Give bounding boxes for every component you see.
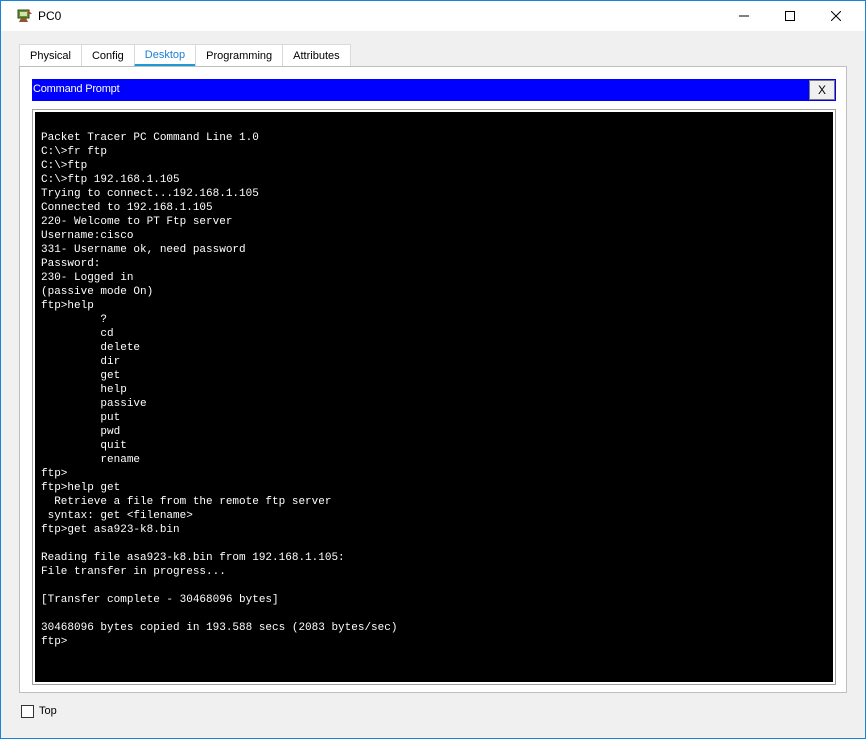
tab-config[interactable]: Config	[80, 44, 134, 67]
tab-attributes[interactable]: Attributes	[282, 44, 351, 67]
terminal-output: Packet Tracer PC Command Line 1.0 C:\>fr …	[41, 131, 397, 649]
top-checkbox[interactable]	[21, 705, 34, 718]
close-button[interactable]	[813, 1, 859, 31]
title-bar[interactable]: PC0	[1, 1, 865, 31]
terminal-line: get	[41, 370, 121, 382]
tab-programming[interactable]: Programming	[195, 44, 283, 67]
device-tabs: Physical Config Desktop Programming Attr…	[19, 44, 351, 67]
pc-app-icon	[17, 9, 32, 22]
terminal-line: rename	[41, 454, 141, 466]
tab-physical[interactable]: Physical	[19, 44, 81, 67]
close-icon	[831, 11, 841, 21]
maximize-button[interactable]	[767, 1, 813, 31]
terminal-line: (passive mode On)	[41, 286, 154, 298]
terminal-line: C:\>ftp	[41, 160, 88, 172]
terminal-line: quit	[41, 440, 127, 452]
terminal-line: Connected to 192.168.1.105	[41, 202, 213, 214]
terminal-line: File transfer in progress...	[41, 566, 226, 578]
terminal-line: [Transfer complete - 30468096 bytes]	[41, 594, 279, 606]
terminal-line: C:\>fr ftp	[41, 146, 108, 158]
terminal-line: C:\>ftp 192.168.1.105	[41, 174, 180, 186]
terminal-frame: Packet Tracer PC Command Line 1.0 C:\>fr …	[32, 109, 836, 685]
terminal-line: Username:cisco	[41, 230, 134, 242]
terminal-line: help	[41, 384, 127, 396]
terminal-line: Reading file asa923-k8.bin from 192.168.…	[41, 552, 345, 564]
minimize-button[interactable]	[721, 1, 767, 31]
terminal-console[interactable]: Packet Tracer PC Command Line 1.0 C:\>fr …	[35, 112, 833, 682]
terminal-line: passive	[41, 398, 147, 410]
terminal-line: ?	[41, 314, 108, 326]
maximize-icon	[785, 11, 795, 21]
terminal-line: delete	[41, 342, 141, 354]
terminal-line: ftp>	[41, 636, 68, 648]
command-prompt-close-button[interactable]: X	[809, 80, 835, 100]
minimize-icon	[739, 15, 749, 17]
terminal-line: Trying to connect...192.168.1.105	[41, 188, 259, 200]
tab-desktop[interactable]: Desktop	[133, 44, 196, 67]
terminal-line: 331- Username ok, need password	[41, 244, 246, 256]
terminal-line: put	[41, 412, 121, 424]
terminal-line: Packet Tracer PC Command Line 1.0	[41, 132, 259, 144]
terminal-line: cd	[41, 328, 114, 340]
top-checkbox-label: Top	[39, 705, 57, 717]
pc0-window: PC0 Physical Config Desktop Programming …	[0, 0, 866, 739]
terminal-line: ftp>help get	[41, 482, 121, 494]
terminal-line: syntax: get <filename>	[41, 510, 193, 522]
terminal-line: Password:	[41, 258, 101, 270]
desktop-panel: Command Prompt X Packet Tracer PC Comman…	[19, 66, 847, 693]
terminal-line: ftp>help	[41, 300, 94, 312]
window-title: PC0	[38, 9, 62, 23]
terminal-line: 220- Welcome to PT Ftp server	[41, 216, 233, 228]
command-prompt-title: Command Prompt	[33, 83, 120, 95]
terminal-line: pwd	[41, 426, 121, 438]
terminal-line: ftp>get asa923-k8.bin	[41, 524, 180, 536]
terminal-line: 30468096 bytes copied in 193.588 secs (2…	[41, 622, 398, 634]
terminal-line: ftp>	[41, 468, 68, 480]
terminal-line: 230- Logged in	[41, 272, 134, 284]
terminal-line: dir	[41, 356, 121, 368]
command-prompt-header: Command Prompt X	[32, 79, 836, 101]
terminal-line: Retrieve a file from the remote ftp serv…	[41, 496, 332, 508]
